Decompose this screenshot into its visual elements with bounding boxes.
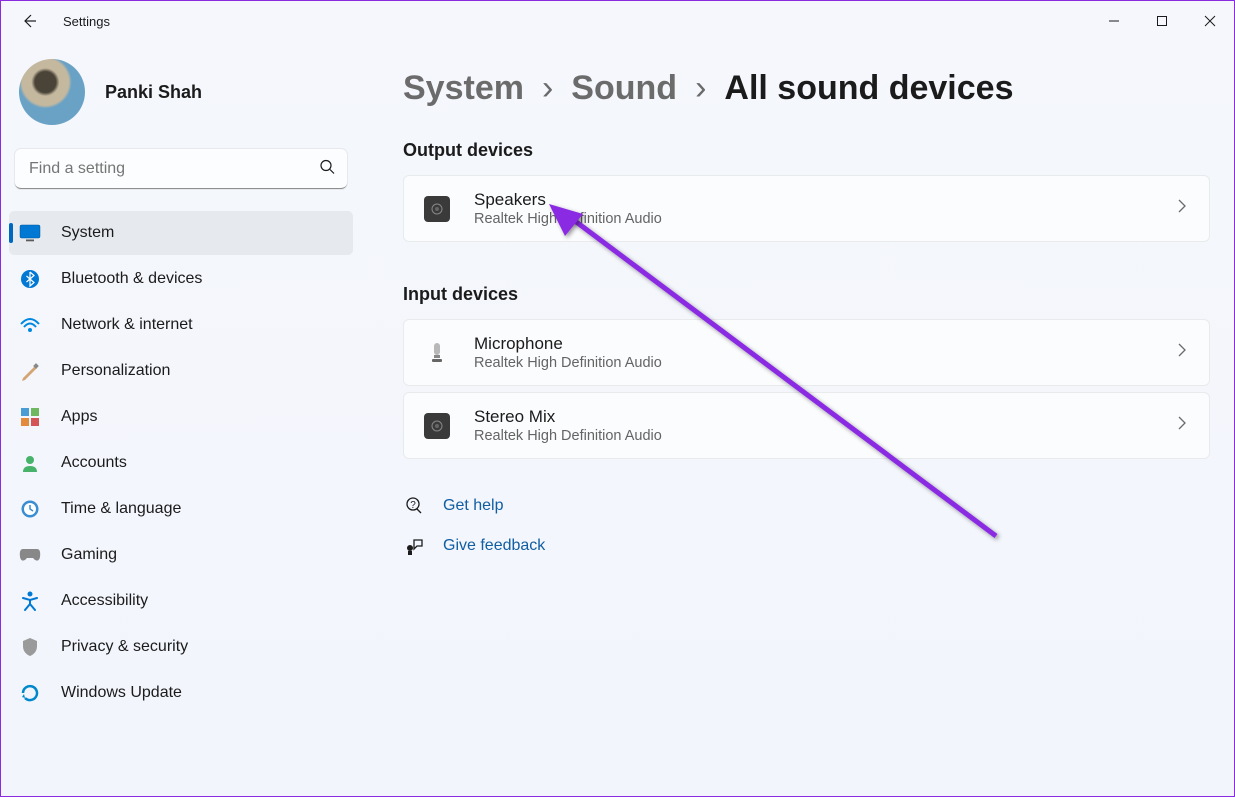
back-arrow-icon	[21, 13, 37, 29]
nav-label: Windows Update	[61, 684, 182, 702]
nav-label: Personalization	[61, 362, 170, 380]
maximize-button[interactable]	[1138, 1, 1186, 41]
maximize-icon	[1156, 15, 1168, 27]
avatar	[19, 59, 85, 125]
user-name: Panki Shah	[105, 82, 202, 103]
device-subtitle: Realtek High Definition Audio	[474, 211, 662, 227]
get-help-link[interactable]: ? Get help	[403, 495, 1210, 517]
device-subtitle: Realtek High Definition Audio	[474, 355, 662, 371]
user-profile[interactable]: Panki Shah	[9, 41, 353, 149]
gaming-icon	[19, 544, 41, 566]
output-section-title: Output devices	[403, 140, 1210, 161]
chevron-right-icon: ›	[695, 69, 706, 108]
feedback-label: Give feedback	[443, 537, 545, 555]
chevron-right-icon	[1177, 416, 1187, 435]
nav-apps[interactable]: Apps	[9, 395, 353, 439]
chevron-right-icon: ›	[542, 69, 553, 108]
nav-system[interactable]: System	[9, 211, 353, 255]
nav-label: System	[61, 224, 114, 242]
privacy-icon	[19, 636, 41, 658]
speaker-icon	[424, 196, 450, 222]
nav-list: System Bluetooth & devices Network & int…	[9, 211, 353, 715]
nav-personalization[interactable]: Personalization	[9, 349, 353, 393]
window-title: Settings	[63, 14, 110, 29]
time-icon	[19, 498, 41, 520]
chevron-right-icon	[1177, 343, 1187, 362]
accessibility-icon	[19, 590, 41, 612]
breadcrumb-current: All sound devices	[724, 69, 1013, 108]
accounts-icon	[19, 452, 41, 474]
nav-label: Bluetooth & devices	[61, 270, 202, 288]
help-links: ? Get help Give feedback	[403, 495, 1210, 557]
minimize-icon	[1108, 15, 1120, 27]
nav-network[interactable]: Network & internet	[9, 303, 353, 347]
device-title: Speakers	[474, 190, 662, 210]
titlebar: Settings	[1, 1, 1234, 41]
device-microphone[interactable]: Microphone Realtek High Definition Audio	[403, 319, 1210, 386]
system-icon	[19, 222, 41, 244]
nav-label: Time & language	[61, 500, 181, 518]
feedback-link[interactable]: Give feedback	[403, 535, 1210, 557]
search-input[interactable]	[15, 149, 347, 189]
update-icon	[19, 682, 41, 704]
nav-label: Privacy & security	[61, 638, 188, 656]
minimize-button[interactable]	[1090, 1, 1138, 41]
nav-privacy[interactable]: Privacy & security	[9, 625, 353, 669]
sidebar: Panki Shah System Bluetooth & devices Ne…	[1, 41, 361, 796]
microphone-icon	[424, 340, 450, 366]
network-icon	[19, 314, 41, 336]
device-title: Microphone	[474, 334, 662, 354]
breadcrumb: System › Sound › All sound devices	[403, 69, 1210, 108]
breadcrumb-sound[interactable]: Sound	[571, 69, 677, 108]
apps-icon	[19, 406, 41, 428]
nav-label: Accessibility	[61, 592, 148, 610]
help-label: Get help	[443, 497, 503, 515]
main-content: System › Sound › All sound devices Outpu…	[361, 41, 1234, 796]
breadcrumb-system[interactable]: System	[403, 69, 524, 108]
device-title: Stereo Mix	[474, 407, 662, 427]
window-controls	[1090, 1, 1234, 41]
input-section-title: Input devices	[403, 284, 1210, 305]
feedback-icon	[403, 535, 425, 557]
chevron-right-icon	[1177, 199, 1187, 218]
nav-time[interactable]: Time & language	[9, 487, 353, 531]
close-button[interactable]	[1186, 1, 1234, 41]
search-icon	[319, 159, 335, 180]
nav-update[interactable]: Windows Update	[9, 671, 353, 715]
nav-gaming[interactable]: Gaming	[9, 533, 353, 577]
nav-label: Network & internet	[61, 316, 193, 334]
device-speakers[interactable]: Speakers Realtek High Definition Audio	[403, 175, 1210, 242]
bluetooth-icon	[19, 268, 41, 290]
help-icon: ?	[403, 495, 425, 517]
nav-bluetooth[interactable]: Bluetooth & devices	[9, 257, 353, 301]
nav-label: Gaming	[61, 546, 117, 564]
device-subtitle: Realtek High Definition Audio	[474, 428, 662, 444]
search-box[interactable]	[15, 149, 347, 189]
nav-label: Accounts	[61, 454, 127, 472]
personalization-icon	[19, 360, 41, 382]
device-stereomix[interactable]: Stereo Mix Realtek High Definition Audio	[403, 392, 1210, 459]
nav-label: Apps	[61, 408, 97, 426]
close-icon	[1204, 15, 1216, 27]
back-button[interactable]	[19, 11, 39, 31]
nav-accounts[interactable]: Accounts	[9, 441, 353, 485]
nav-accessibility[interactable]: Accessibility	[9, 579, 353, 623]
svg-text:?: ?	[410, 500, 416, 511]
stereomix-icon	[424, 413, 450, 439]
